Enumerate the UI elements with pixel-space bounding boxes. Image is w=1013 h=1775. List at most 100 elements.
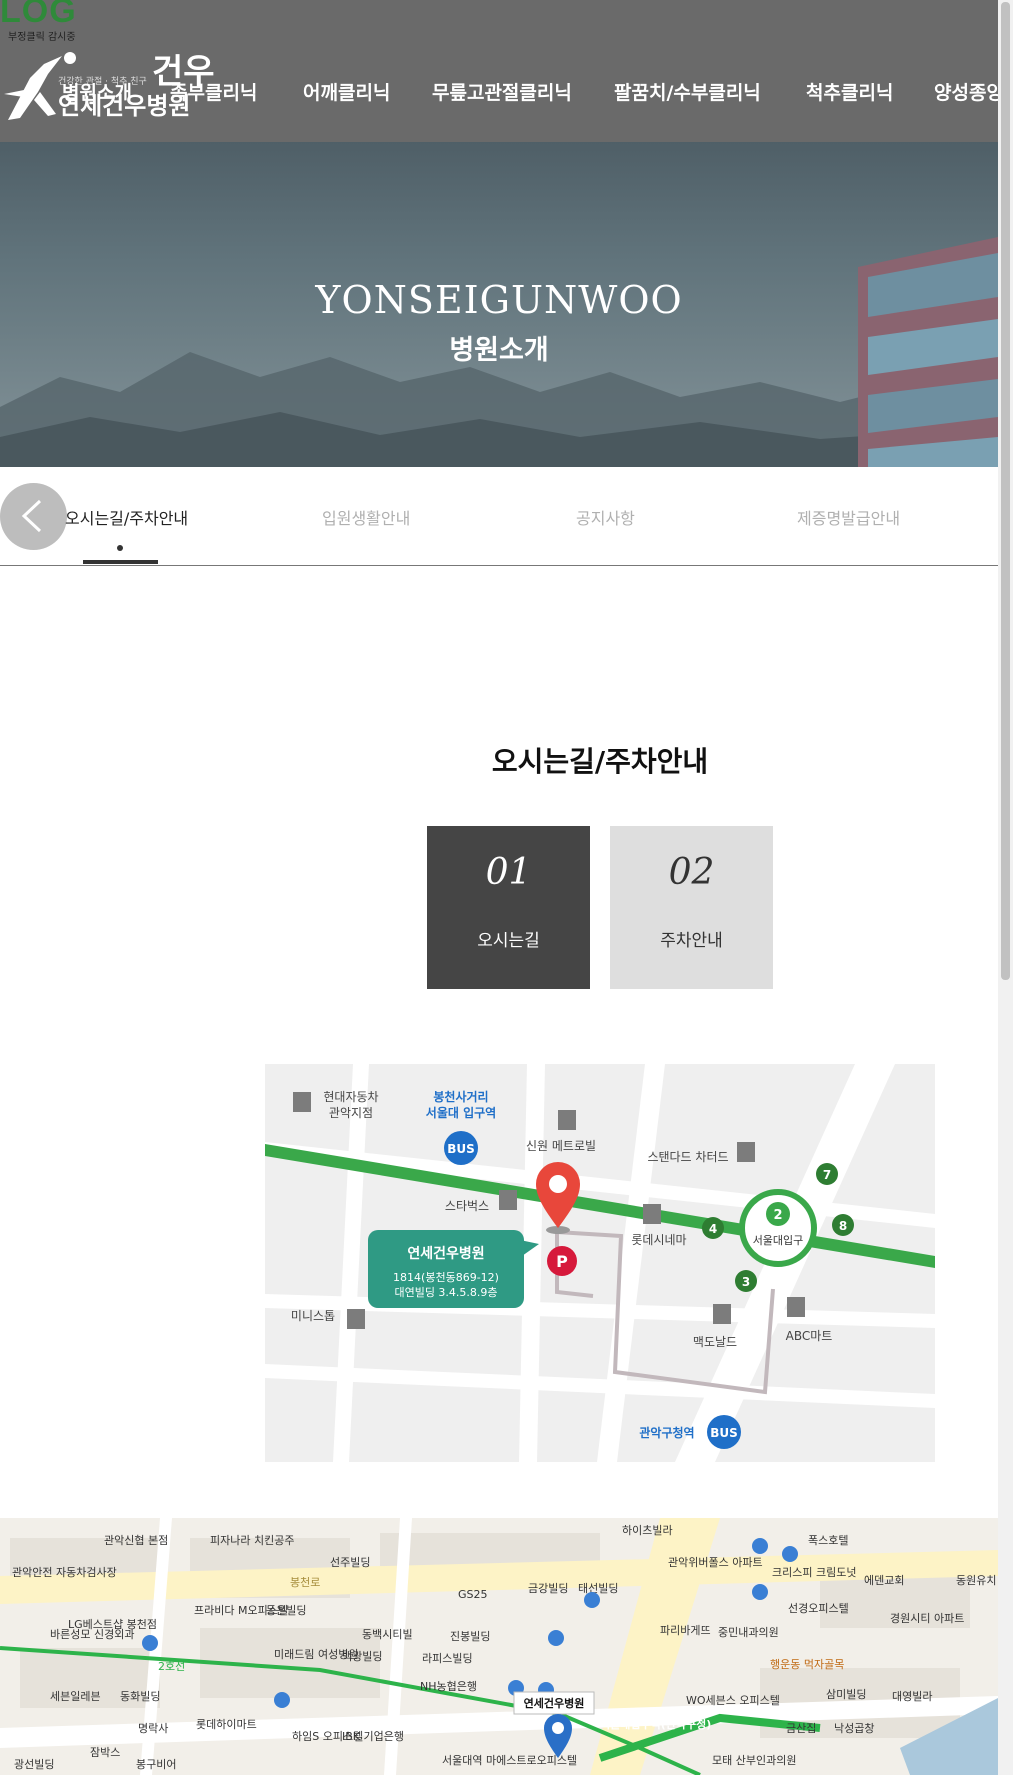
map-label-lotte: 롯데시네마 [631,1233,686,1247]
svg-text:3: 3 [742,1275,750,1289]
map-label-station: 서울대입구 [753,1234,804,1247]
subtab-inpatient-guide[interactable]: 입원생활안내 [322,505,410,529]
subtab-notices[interactable]: 공지사항 [576,505,635,529]
parking-icon: P [547,1246,577,1276]
rm-label: 금강빌딩 [528,1582,568,1595]
rm-label: 동화빌딩 [120,1690,160,1703]
rm-label: 관악안전 자동차검사장 [12,1566,117,1579]
chevron-left-icon [21,499,42,533]
parking-box-label: 주차안내 [660,931,723,951]
rm-label: 삼미빌딩 [826,1688,866,1701]
directions-box-number: 01 [485,852,532,893]
scrollbar-thumb[interactable] [1001,2,1010,980]
rm-label: 금산집 [786,1722,816,1735]
rm-label: 행운동 먹자골목 [770,1658,844,1671]
callout-hospital-name: 연세건우병원 [407,1245,484,1262]
log-badge-brand: LOG [0,0,77,30]
map-label-hyundai-2: 관악지점 [329,1106,373,1120]
log-badge-caption: 부정클릭 감시중 [8,32,76,43]
nav-item-tumor[interactable]: 양성종양 [934,78,998,105]
map-label-sinwon: 신원 메트로빌 [526,1139,596,1153]
section-title: 오시는길/주차안내 [491,745,709,778]
map-label-gwanak: 관악구청역 [639,1425,694,1440]
rm-label: 모태 산부인과의원 [712,1754,796,1767]
rm-label: 크리스피 크림도넛 [772,1566,856,1579]
rm-label: 서울대입구역(관악구청) [600,1717,711,1731]
map-label-hyundai: 현대자동차 [323,1090,378,1104]
sub-tab-bar: 오시는길/주차안내 입원생활안내 공지사항 제증명발급안내 [0,467,998,566]
rm-label: 대영빌라 [892,1690,932,1703]
bus-stop-icon-2: BUS [707,1415,741,1449]
site-header: LOG 부정클릭 감시중 건강한 관절 · 척추 친구 건우 연세건우병원 병원… [0,0,998,142]
rm-label: 에덴교회 [864,1574,904,1587]
rm-label: 중민내과의원 [718,1626,779,1639]
map-label-seoulnat-station: 서울대 입구역 [426,1105,496,1120]
callout-address-2: 대연빌딩 3.4.5.8.9층 [394,1286,497,1299]
svg-text:7: 7 [823,1168,831,1182]
rm-label: 동원유치 [956,1574,996,1587]
exit-7-icon: 7 [816,1163,838,1185]
nav-item-foot[interactable]: 족부클리닉 [170,78,257,105]
directions-box-label: 오시는길 [477,931,540,951]
exit-4-icon: 4 [702,1217,724,1239]
svg-text:BUS: BUS [710,1426,738,1440]
rm-label: 봉구비어 [136,1758,176,1771]
hero-title: YONSEIGUNWOO [315,278,683,322]
log-badge: LOG 부정클릭 감시중 [0,0,100,44]
parking-box-number: 02 [668,852,715,893]
map-label-mcdonalds: 맥도날드 [693,1335,737,1349]
page-scrollbar[interactable] [998,0,1013,1775]
rm-label: 태선빌딩 [578,1582,618,1595]
rm-label: 선경오피스텔 [788,1602,849,1615]
callout-address-1: 1814(봉천동869-12) [393,1270,499,1284]
active-tab-underline [83,560,158,564]
map-label-abc: ABC마트 [786,1329,833,1343]
rm-label: NH농협은행 [420,1680,477,1693]
subtab-directions-parking[interactable]: 오시는길/주차안내 [65,505,188,529]
svg-text:2: 2 [773,1208,782,1223]
illustrated-location-map: 현대자동차 관악지점 봉천사거리 서울대 입구역 신원 메트로빌 스탠다드 차터… [265,1064,935,1462]
rm-label: 바른성모 신경외과 [50,1628,134,1641]
main-nav: 병원소개 족부클리닉 어깨클리닉 무릎고관절클리닉 팔꿈치/수부클리닉 척추클리… [0,78,998,108]
map-label-standard: 스탠다드 차터드 [647,1150,728,1164]
directions-box-button[interactable]: 01 오시는길 [427,826,590,989]
street-map[interactable]: 관악신협 본점 피자나라 치킨공주 선주빌딩 하이츠빌라 관악위버폴스 아파트 … [0,1518,998,1775]
rm-label: GS25 [458,1588,488,1601]
rm-label: 세븐일레븐 [50,1689,101,1703]
rm-label: 광선빌딩 [14,1758,54,1771]
hero-subtitle: 병원소개 [449,335,549,366]
rm-label: 백광빌딩 [342,1650,382,1663]
hero-banner: YONSEIGUNWOO 병원소개 [0,142,998,467]
subtab-certificates[interactable]: 제증명발급안내 [797,505,900,529]
rm-hospital-label: 연세건우병원 [524,1696,585,1710]
nav-item-shoulder[interactable]: 어깨클리닉 [303,78,390,105]
rm-label: 폭스호텔 [808,1534,848,1547]
svg-text:BUS: BUS [447,1142,475,1156]
rm-label: 롯데하이마트 [196,1717,257,1731]
nav-item-spine[interactable]: 척추클리닉 [806,78,893,105]
nav-item-elbow-hand[interactable]: 팔꿈치/수부클리닉 [614,78,761,105]
nav-item-about[interactable]: 병원소개 [62,78,132,105]
rm-label: 2호선 [158,1660,185,1673]
rm-label: 동백시티빌 [362,1628,413,1641]
parking-box-button[interactable]: 02 주차안내 [610,826,773,989]
street-map-canvas: 관악신협 본점 피자나라 치킨공주 선주빌딩 하이츠빌라 관악위버폴스 아파트 … [0,1518,998,1775]
rm-label: WO세븐스 오피스텔 [686,1694,780,1707]
rm-label: 낙성곱창 [834,1722,874,1735]
svg-text:8: 8 [839,1219,847,1233]
rm-label: 라피스빌딩 [422,1652,473,1665]
exit-8-icon: 8 [832,1214,854,1236]
rm-label: IBK 기업은행 [342,1730,404,1743]
back-button[interactable] [0,483,67,550]
map-label-starbucks: 스타벅스 [445,1199,489,1213]
rm-label: 동은빌딩 [266,1604,306,1617]
hospital-callout: 연세건우병원 1814(봉천동869-12) 대연빌딩 3.4.5.8.9층 [368,1230,539,1308]
rm-label: 선주빌딩 [330,1556,370,1569]
map-label-ministop: 미니스톱 [291,1309,335,1323]
rm-label: 관악위버폴스 아파트 [668,1556,763,1569]
bus-stop-icon: BUS [444,1131,478,1165]
rm-label: 하이츠빌라 [622,1523,673,1537]
nav-item-knee-hip[interactable]: 무릎고관절클리닉 [432,78,572,105]
rm-label: 진봉빌딩 [450,1630,490,1643]
rm-label: 경원시티 아파트 [890,1612,964,1625]
